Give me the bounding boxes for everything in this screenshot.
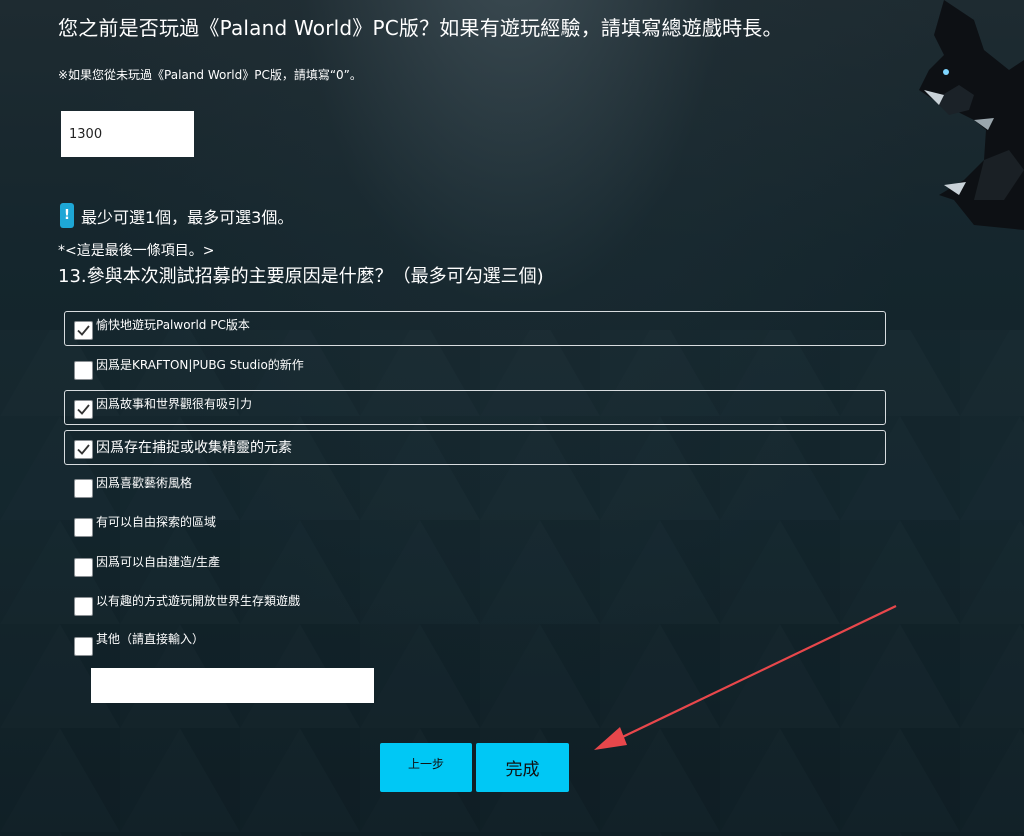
option-label: 因爲存在捕捉或收集精靈的元素 (96, 440, 292, 456)
last-item-note: *<這是最後一條項目。> (58, 243, 215, 259)
selection-notice-text: 最少可選1個，最多可選3個。 (81, 207, 294, 227)
question-12-note: ※如果您從未玩過《Paland World》PC版，請填寫“0”。 (58, 68, 362, 82)
finish-button[interactable]: 完成 (476, 743, 569, 792)
option-enjoy-palworld[interactable]: 愉快地遊玩Palworld PC版本 (64, 311, 886, 346)
option-free-exploration[interactable]: 有可以自由探索的區域 (64, 508, 886, 543)
option-label: 有可以自由探索的區域 (96, 515, 217, 529)
checkbox-unchecked[interactable] (74, 597, 93, 616)
question-12-title: 您之前是否玩過《Paland World》PC版？如果有遊玩經驗，請填寫總遊戲時… (58, 16, 783, 40)
checkbox-unchecked[interactable] (74, 637, 93, 656)
option-label: 因爲是KRAFTON|PUBG Studio的新作 (96, 358, 304, 372)
option-free-building[interactable]: 因爲可以自由建造/生產 (64, 548, 886, 583)
survey-content: 您之前是否玩過《Paland World》PC版？如果有遊玩經驗，請填寫總遊戲時… (0, 0, 1024, 836)
selection-notice: ! 最少可選1個，最多可選3個。 (60, 203, 293, 228)
option-label: 因爲喜歡藝術風格 (96, 476, 193, 490)
option-label: 愉快地遊玩Palworld PC版本 (96, 318, 250, 332)
checkmark-icon (77, 444, 90, 455)
checkbox-unchecked[interactable] (74, 558, 93, 577)
checkbox-checked[interactable] (74, 400, 93, 419)
checkmark-icon (77, 325, 90, 336)
checkbox-checked[interactable] (74, 321, 93, 340)
checkbox-unchecked[interactable] (74, 361, 93, 380)
other-reason-input[interactable] (91, 668, 374, 703)
option-label: 以有趣的方式遊玩開放世界生存類遊戲 (96, 594, 301, 608)
option-other[interactable]: 其他（請直接輸入） (64, 627, 886, 662)
option-open-world-survival[interactable]: 以有趣的方式遊玩開放世界生存類遊戲 (64, 587, 886, 622)
play-hours-input[interactable] (61, 111, 194, 157)
option-story-worldview[interactable]: 因爲故事和世界觀很有吸引力 (64, 390, 886, 425)
checkbox-unchecked[interactable] (74, 518, 93, 537)
option-label: 其他（請直接輸入） (96, 632, 205, 646)
checkmark-icon (77, 404, 90, 415)
option-capture-collect[interactable]: 因爲存在捕捉或收集精靈的元素 (64, 430, 886, 465)
question-13-title: 13.參與本次測試招募的主要原因是什麼？（最多可勾選三個) (58, 266, 544, 287)
exclamation-icon: ! (60, 203, 74, 228)
option-label: 因爲故事和世界觀很有吸引力 (96, 397, 253, 411)
option-art-style[interactable]: 因爲喜歡藝術風格 (64, 469, 886, 504)
option-krafton-new-title[interactable]: 因爲是KRAFTON|PUBG Studio的新作 (64, 351, 886, 386)
checkbox-checked[interactable] (74, 440, 93, 459)
previous-button[interactable]: 上一步 (380, 743, 472, 792)
option-label: 因爲可以自由建造/生產 (96, 555, 221, 569)
checkbox-unchecked[interactable] (74, 479, 93, 498)
